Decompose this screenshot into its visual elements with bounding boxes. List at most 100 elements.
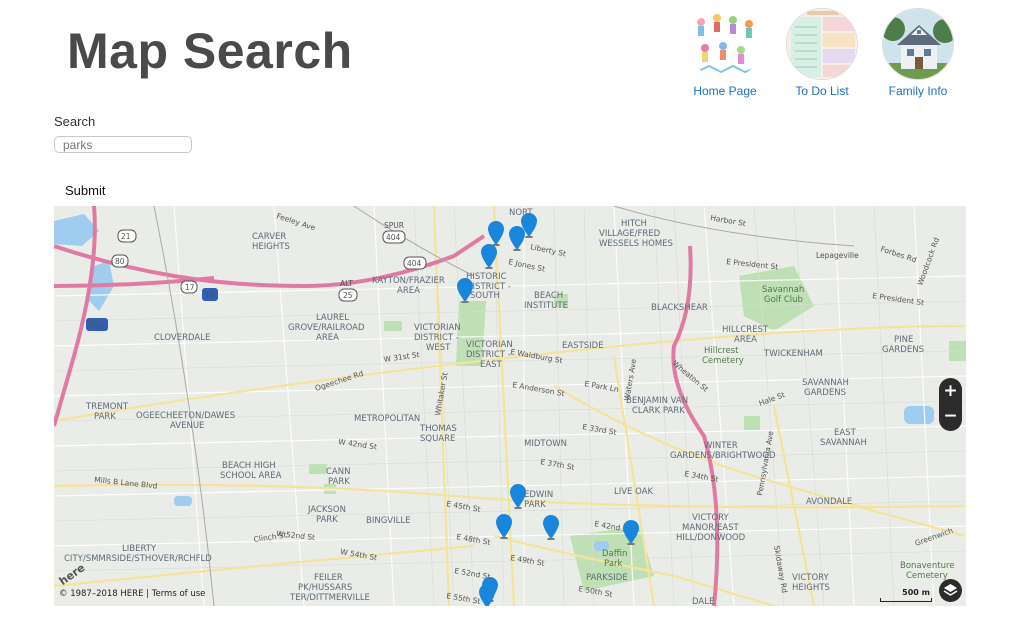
map-marker-pin[interactable] (622, 519, 640, 545)
label-e-anderson: E Anderson St (512, 380, 566, 398)
search-label: Search (54, 114, 96, 129)
label-kayton-2: AREA (397, 286, 420, 296)
label-ogeechee-rd: Ogeechee Rd (314, 369, 365, 393)
nav-to-do-list[interactable]: To Do List (772, 8, 872, 98)
label-hillcrest-cem-2: Cemetery (702, 356, 744, 366)
label-benjamin-2: CLARK PARK (632, 406, 685, 416)
label-thomas-1: THOMAS (419, 424, 457, 434)
label-carver-2: HEIGHTS (252, 242, 290, 252)
layers-button[interactable] (939, 579, 962, 602)
label-victory-heights-2: HEIGHTS (792, 583, 830, 593)
label-woodcock: Woodcock Rd (915, 236, 941, 287)
label-victory-manor-3: HILL/DONWOOD (676, 533, 746, 543)
map-marker-pin[interactable] (509, 483, 527, 509)
label-benjamin-1: BENJAMIN VAN (626, 396, 688, 406)
label-victory-manor-1: VICTORY (692, 513, 730, 523)
label-w-54th: W 54th St (340, 547, 378, 562)
label-hale: Hale St (758, 390, 787, 408)
zoom-in-button[interactable]: + (939, 378, 962, 404)
zoom-control: + − (939, 378, 962, 431)
nav-home-page[interactable]: Home Page (675, 8, 775, 98)
label-blackshear: BLACKSHEAR (651, 303, 708, 313)
label-feiler-2: PK/HUSSARS (298, 583, 352, 593)
shield-alt: ALT (340, 279, 353, 288)
label-edwin-1: EDWIN (524, 490, 553, 500)
label-e-waldburg: E Waldburg St (510, 347, 564, 365)
family-info-thumbnail[interactable] (882, 8, 954, 80)
label-tremont-2: PARK (94, 412, 116, 422)
nav-label-family[interactable]: Family Info (868, 84, 968, 98)
nav-label-to-do[interactable]: To Do List (772, 84, 872, 98)
home-page-thumbnail[interactable] (689, 8, 761, 80)
label-w-31st: W 31st St (383, 350, 420, 364)
label-victory-manor-2: MANOR/EAST (682, 523, 740, 533)
label-jackson-1: JACKSON (307, 505, 346, 515)
label-mills-b-lane: Mills B Lane Blvd (94, 475, 158, 491)
label-feeley: Feeley Ave (275, 211, 317, 232)
label-winter-1: WINTER (704, 441, 738, 451)
label-beach-1: BEACH (534, 291, 563, 301)
label-harbor: Harbor St (710, 213, 747, 228)
label-east-savannah-2: SAVANNAH (820, 438, 867, 448)
label-laurel-1: LAUREL (316, 313, 349, 323)
label-jackson-2: PARK (316, 515, 338, 525)
shield-516: 516 (89, 321, 104, 330)
label-hillcrest-1: HILLCREST (722, 325, 769, 335)
map-view[interactable]: NORT HITCH VILLAGE/FRED WESSELS HOMES CA… (54, 206, 966, 606)
map-scale-bar (880, 598, 932, 602)
label-victorian-e-2: DISTRICT - (466, 350, 511, 360)
label-w-42nd: W 42nd St (338, 437, 378, 451)
label-beach-high-1: BEACH HIGH (222, 461, 276, 471)
label-beach-2: INSTITUTE (524, 301, 568, 311)
map-copyright[interactable]: © 1987–2018 HERE | Terms of use (59, 589, 205, 599)
label-victorian-e-1: VICTORIAN (466, 340, 513, 350)
label-pennsylvania: Pennsylvania Ave (755, 430, 775, 496)
shield-16: 16 (205, 291, 215, 300)
label-dale: DALE (692, 597, 714, 606)
label-pine-2: GARDENS (882, 345, 924, 355)
map-marker-pin[interactable] (508, 225, 526, 251)
label-twickenham: TWICKENHAM (763, 349, 823, 359)
label-daffin-1: Daffin (602, 549, 627, 559)
label-e-49th: E 49th St (510, 553, 546, 568)
shield-25: 25 (343, 291, 353, 300)
label-cann-2: PARK (328, 477, 350, 487)
submit-button[interactable]: Submit (54, 181, 116, 200)
label-parkside: PARKSIDE (586, 573, 628, 583)
label-e-55th: E 55th St (446, 591, 482, 606)
label-whitaker: Whitaker St (433, 372, 449, 417)
label-pine-1: PINE (894, 335, 913, 345)
map-marker-pin[interactable] (542, 514, 560, 540)
label-bingville: BINGVILLE (366, 516, 410, 526)
shield-17: 17 (185, 283, 195, 292)
label-victorian-w-1: VICTORIAN (414, 323, 461, 333)
map-marker-pin[interactable] (456, 277, 474, 303)
label-e-president: E President St (726, 257, 779, 271)
label-hitch-1: HITCH (621, 219, 647, 229)
label-e-34th: E 34th St (684, 469, 720, 484)
label-hillcrest-cem-1: Hillcrest (704, 346, 739, 356)
label-laurel-3: AREA (316, 333, 339, 343)
map-marker-pin[interactable] (495, 513, 513, 539)
search-input[interactable] (54, 136, 192, 153)
label-metropolitan: METROPOLITAN (354, 414, 420, 424)
label-midtown: MIDTOWN (524, 439, 567, 449)
label-victorian-e-3: EAST (480, 360, 503, 370)
label-laurel-2: GROVE/RAILROAD (288, 323, 365, 333)
nav-family-info[interactable]: Family Info (868, 8, 968, 98)
label-e-park: E Park Ln (584, 379, 620, 394)
label-lepageville: Lepageville (816, 251, 859, 260)
nav-label-home[interactable]: Home Page (675, 84, 775, 98)
label-eastside: EASTSIDE (562, 341, 604, 351)
label-live-oak: LIVE OAK (614, 487, 653, 497)
map-marker-pin[interactable] (478, 583, 496, 606)
label-liberty-2: CITY/SMMRSIDE/STHOVER/RCHFLD (64, 554, 212, 564)
label-greenwich: Greenwich (914, 526, 955, 548)
map-marker-pin[interactable] (480, 243, 498, 269)
label-liberty-1: LIBERTY (122, 544, 157, 554)
label-east-savannah-1: EAST (834, 428, 857, 438)
to-do-list-thumbnail[interactable] (786, 8, 858, 80)
label-e-37th: E 37th St (540, 457, 576, 472)
zoom-out-button[interactable]: − (939, 403, 962, 429)
label-liberty-st: Liberty St (530, 242, 567, 258)
